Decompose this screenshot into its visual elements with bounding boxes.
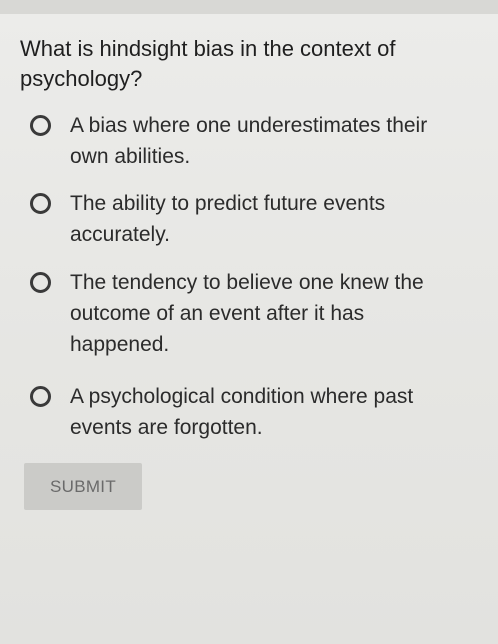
answer-option-label: The ability to predict future events acc…: [70, 192, 386, 246]
answer-option-label: A bias where one underestimates their ow…: [70, 114, 428, 168]
answer-option-1[interactable]: A bias where one underestimates their ow…: [30, 110, 450, 172]
answer-option-label: A psychological condition where past eve…: [70, 385, 414, 439]
radio-unselected-icon[interactable]: [30, 272, 51, 293]
radio-unselected-icon[interactable]: [30, 386, 51, 407]
radio-unselected-icon[interactable]: [30, 115, 51, 136]
answer-option-label: The tendency to believe one knew the out…: [70, 271, 424, 356]
answer-option-2[interactable]: The ability to predict future events acc…: [30, 188, 450, 250]
answer-option-4[interactable]: A psychological condition where past eve…: [30, 381, 450, 443]
submit-button[interactable]: SUBMIT: [24, 463, 142, 510]
quiz-panel: What is hindsight bias in the context of…: [0, 0, 498, 644]
question-text: What is hindsight bias in the context of…: [20, 36, 396, 91]
radio-unselected-icon[interactable]: [30, 193, 51, 214]
top-border: [0, 0, 498, 14]
answer-option-3[interactable]: The tendency to believe one knew the out…: [30, 267, 450, 360]
